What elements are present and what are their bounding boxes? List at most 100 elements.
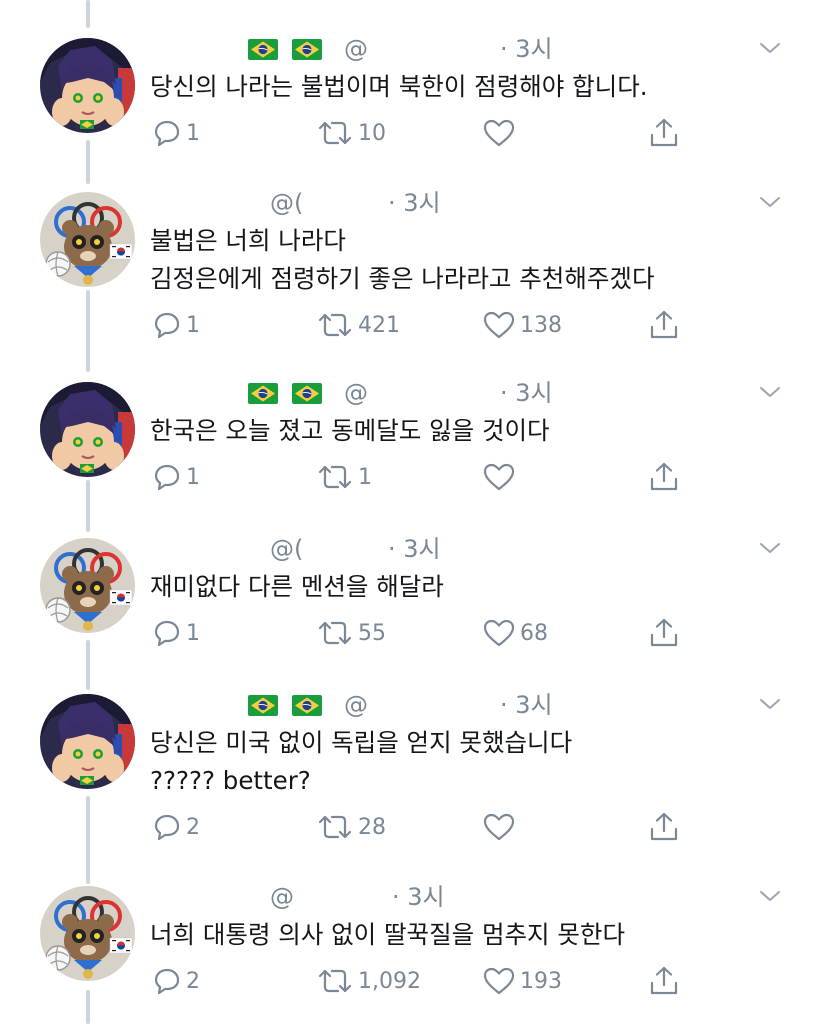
avatar[interactable]: [40, 192, 135, 287]
share-button[interactable]: [648, 308, 684, 342]
retweet-button[interactable]: 1: [316, 460, 372, 494]
avatar[interactable]: [40, 886, 135, 981]
like-count: 68: [520, 620, 548, 646]
share-button[interactable]: [648, 810, 684, 844]
timestamp[interactable]: · 3시: [388, 186, 441, 220]
brazil-flag-icon: [248, 38, 278, 60]
share-icon: [648, 309, 684, 341]
retweet-count: 421: [358, 312, 400, 338]
timestamp[interactable]: · 3시: [500, 32, 553, 66]
tweet-header: @(: [262, 532, 303, 566]
reply-count: 2: [186, 814, 200, 840]
avatar[interactable]: [40, 382, 135, 477]
avatar[interactable]: [40, 538, 135, 633]
reply-button[interactable]: 2: [152, 964, 200, 998]
like-button[interactable]: [482, 810, 520, 844]
retweet-count: 1,092: [358, 968, 421, 994]
tweet-header: @: [248, 688, 368, 722]
like-button[interactable]: [482, 116, 520, 150]
thread-line: [86, 640, 90, 690]
timestamp[interactable]: · 3시: [500, 376, 553, 410]
retweet-button[interactable]: 28: [316, 810, 386, 844]
reply-icon: [152, 310, 186, 340]
brazil-flag-icon: [248, 694, 278, 716]
tweet-actions: 1 10: [150, 116, 690, 150]
tweet-text: 한국은 오늘 졌고 동메달도 잃을 것이다: [150, 412, 550, 450]
tweet-text-line: 불법은 너희 나라다: [150, 226, 346, 255]
retweet-icon: [316, 462, 358, 492]
heart-icon: [482, 618, 520, 648]
thread-line: [86, 990, 90, 1024]
reply-count: 1: [186, 312, 200, 338]
share-button[interactable]: [648, 116, 684, 150]
retweet-button[interactable]: 421: [316, 308, 400, 342]
retweet-icon: [316, 618, 358, 648]
brazil-flag-icon: [248, 382, 278, 404]
reply-button[interactable]: 2: [152, 810, 200, 844]
like-button[interactable]: 68: [482, 616, 548, 650]
retweet-count: 28: [358, 814, 386, 840]
share-icon: [648, 617, 684, 649]
user-handle[interactable]: @: [344, 379, 368, 407]
user-handle[interactable]: @(: [270, 535, 303, 563]
avatar[interactable]: [40, 694, 135, 789]
tweet-text: 너희 대통령 의사 없이 딸꾹질을 멈추지 못한다: [150, 916, 625, 954]
reply-button[interactable]: 1: [152, 616, 200, 650]
share-button[interactable]: [648, 616, 684, 650]
share-icon: [648, 117, 684, 149]
tweet-text-line: 당신은 미국 없이 독립을 얻지 못했습니다: [150, 728, 573, 757]
tweet-text-line: 당신의 나라는 불법이며 북한이 점령해야 합니다.: [150, 72, 648, 101]
share-icon: [648, 461, 684, 493]
chevron-down-icon[interactable]: [758, 540, 782, 556]
chevron-down-icon[interactable]: [758, 384, 782, 400]
user-handle[interactable]: @(: [270, 189, 303, 217]
timestamp[interactable]: · 3시: [388, 532, 441, 566]
like-button[interactable]: [482, 460, 520, 494]
thread-line: [86, 796, 90, 884]
retweet-count: 55: [358, 620, 386, 646]
chevron-down-icon[interactable]: [758, 40, 782, 56]
share-icon: [648, 811, 684, 843]
reply-button[interactable]: 1: [152, 308, 200, 342]
tweet-actions: 1 55 68: [150, 616, 690, 650]
tweet-header: @: [248, 32, 368, 66]
reply-count: 2: [186, 968, 200, 994]
tweet-header: @: [248, 376, 368, 410]
tweet-text: 불법은 너희 나라다김정은에게 점령하기 좋은 나라라고 추천해주겠다: [150, 222, 655, 298]
chevron-down-icon[interactable]: [758, 888, 782, 904]
reply-button[interactable]: 1: [152, 116, 200, 150]
avatar[interactable]: [40, 38, 135, 133]
reply-button[interactable]: 1: [152, 460, 200, 494]
chevron-down-icon[interactable]: [758, 194, 782, 210]
like-count: 193: [520, 968, 562, 994]
like-button[interactable]: 193: [482, 964, 562, 998]
tweet-actions: 1 1: [150, 460, 690, 494]
retweet-button[interactable]: 55: [316, 616, 386, 650]
user-handle[interactable]: @: [344, 691, 368, 719]
timestamp[interactable]: · 3시: [392, 880, 445, 914]
brazil-flag-icon: [292, 38, 322, 60]
reply-count: 1: [186, 464, 200, 490]
thread-line: [86, 140, 90, 184]
retweet-button[interactable]: 1,092: [316, 964, 421, 998]
heart-icon: [482, 966, 520, 996]
chevron-down-icon[interactable]: [758, 696, 782, 712]
retweet-icon: [316, 966, 358, 996]
user-handle[interactable]: @: [344, 35, 368, 63]
share-button[interactable]: [648, 460, 684, 494]
retweet-icon: [316, 118, 358, 148]
thread-line: [86, 480, 90, 532]
share-icon: [648, 965, 684, 997]
retweet-icon: [316, 812, 358, 842]
share-button[interactable]: [648, 964, 684, 998]
tweet-header: @(: [262, 186, 303, 220]
reply-count: 1: [186, 620, 200, 646]
retweet-button[interactable]: 10: [316, 116, 386, 150]
like-button[interactable]: 138: [482, 308, 562, 342]
heart-icon: [482, 118, 520, 148]
timestamp[interactable]: · 3시: [500, 688, 553, 722]
user-handle[interactable]: @: [270, 883, 294, 911]
heart-icon: [482, 812, 520, 842]
tweet-text-line: 김정은에게 점령하기 좋은 나라라고 추천해주겠다: [150, 264, 655, 293]
reply-icon: [152, 118, 186, 148]
